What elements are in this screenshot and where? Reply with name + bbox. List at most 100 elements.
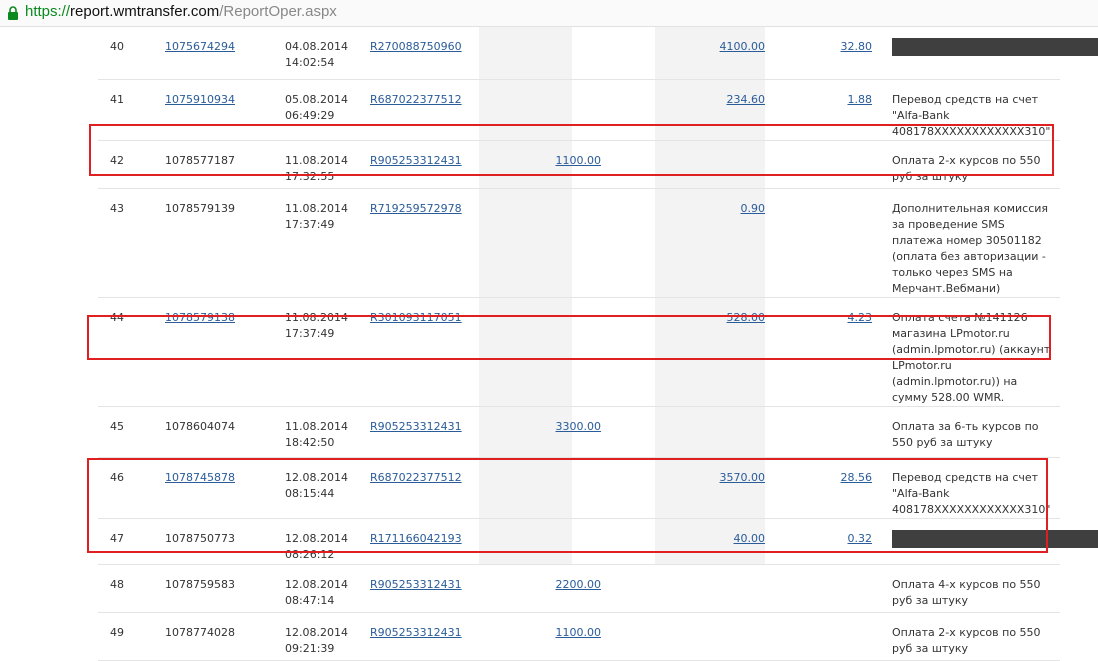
operation-time: 08:47:14 [285, 593, 335, 607]
operation-date: 04.08.2014 [285, 40, 348, 53]
fee-link[interactable]: 1.88 [848, 93, 873, 106]
date-cell: 11.08.2014 17:32:55 [285, 140, 370, 189]
outgoing-amount-cell: 3570.00 [661, 457, 773, 519]
purse-cell: R905253312431 [370, 140, 519, 189]
incoming-amount-cell [519, 188, 661, 298]
fee-cell: 32.80 [773, 27, 882, 80]
operation-id[interactable]: 1075674294 [165, 40, 235, 53]
operation-date: 11.08.2014 [285, 153, 348, 167]
purse-link[interactable]: R687022377512 [370, 471, 462, 484]
operation-date: 12.08.2014 [285, 531, 348, 545]
url-text[interactable]: https://report.wmtransfer.com/ReportOper… [25, 3, 337, 20]
row-number: 44 [110, 310, 124, 324]
outgoing-amount-link[interactable]: 3570.00 [720, 471, 766, 484]
outgoing-amount-cell [661, 140, 773, 189]
operation-id-cell: 1078579139 [165, 188, 285, 298]
operation-id: 1078750773 [165, 531, 235, 545]
purse-link[interactable]: R687022377512 [370, 93, 462, 106]
outgoing-amount-link[interactable]: 234.60 [727, 93, 766, 106]
incoming-amount-link[interactable]: 2200.00 [556, 578, 602, 591]
purse-cell: R270088750960 [370, 27, 519, 80]
fee-link[interactable]: 28.56 [841, 471, 873, 484]
incoming-amount-cell [519, 518, 661, 565]
table-row: 45 1078604074 11.08.2014 18:42:50 R905253312… [98, 406, 1060, 458]
fee-cell [773, 188, 882, 298]
row-number-cell: 44 [98, 297, 165, 407]
fee-link[interactable]: 32.80 [841, 40, 873, 53]
operation-id-cell: 1078759583 [165, 564, 285, 613]
incoming-amount-cell: 2200.00 [519, 564, 661, 613]
fee-link[interactable]: 0.32 [848, 532, 873, 545]
operation-date: 12.08.2014 [285, 577, 348, 591]
operation-id[interactable]: 1078579138 [165, 311, 235, 324]
description-cell: Перевод средств на счет "Alfa-Bank 40817… [882, 457, 1060, 519]
table-row: 42 1078577187 11.08.2014 17:32:55 R905253312… [98, 140, 1060, 189]
fee-cell [773, 140, 882, 189]
purse-link[interactable]: R905253312431 [370, 154, 462, 167]
row-number: 43 [110, 201, 124, 215]
row-number-cell: 43 [98, 188, 165, 298]
operation-time: 06:49:29 [285, 108, 335, 122]
purse-link[interactable]: R301093117051 [370, 311, 462, 324]
incoming-amount-cell [519, 297, 661, 407]
operation-description: Оплата счета №141126 магазина LPmotor.ru… [892, 310, 1051, 404]
operation-id: 1078577187 [165, 153, 235, 167]
operation-id-cell: 1078774028 [165, 612, 285, 661]
redacted-block [892, 38, 1098, 56]
date-cell: 04.08.2014 14:02:54 [285, 27, 370, 80]
url-scheme: https:// [25, 3, 71, 20]
purse-link[interactable]: R719259572978 [370, 202, 462, 215]
description-cell: Дополнительная комиссия за проведение SM… [882, 188, 1060, 298]
operation-id[interactable]: 1078745878 [165, 471, 235, 484]
fee-cell [773, 406, 882, 458]
date-cell: 12.08.2014 08:47:14 [285, 564, 370, 613]
operation-id: 1078759583 [165, 577, 235, 591]
incoming-amount-cell [519, 27, 661, 80]
outgoing-amount-cell: 528.00 [661, 297, 773, 407]
outgoing-amount-cell [661, 564, 773, 613]
operation-time: 17:32:55 [285, 169, 335, 183]
purse-link[interactable]: R905253312431 [370, 420, 462, 433]
incoming-amount-link[interactable]: 1100.00 [556, 154, 602, 167]
fee-link[interactable]: 4.23 [848, 311, 873, 324]
url-path: /ReportOper.aspx [219, 3, 337, 20]
operation-time: 09:21:39 [285, 641, 335, 655]
operation-id-cell: 1078750773 [165, 518, 285, 565]
outgoing-amount-link[interactable]: 40.00 [734, 532, 766, 545]
date-cell: 05.08.2014 06:49:29 [285, 79, 370, 141]
operation-time: 14:02:54 [285, 56, 335, 69]
incoming-amount-link[interactable]: 1100.00 [556, 626, 602, 639]
outgoing-amount-link[interactable]: 0.90 [741, 202, 766, 215]
table-row: 40 1075674294 04.08.2014 14:02:54 R270088750… [98, 27, 1098, 80]
address-bar[interactable]: https://report.wmtransfer.com/ReportOper… [0, 0, 1098, 27]
report-table-container: 40 1075674294 04.08.2014 14:02:54 R270088750… [98, 27, 1098, 661]
incoming-amount-cell [519, 457, 661, 519]
purse-link[interactable]: R905253312431 [370, 578, 462, 591]
purse-link[interactable]: R171166042193 [370, 532, 462, 545]
purse-cell: R905253312431 [370, 612, 519, 661]
row-number: 40 [110, 40, 124, 53]
outgoing-amount-link[interactable]: 528.00 [727, 311, 766, 324]
purse-link[interactable]: R905253312431 [370, 626, 462, 639]
date-cell: 11.08.2014 17:37:49 [285, 297, 370, 407]
operation-id: 1078604074 [165, 419, 235, 433]
operation-time: 17:37:49 [285, 326, 335, 340]
operation-id-cell: 1075674294 [165, 27, 285, 80]
fee-cell: 1.88 [773, 79, 882, 141]
row-number-cell: 45 [98, 406, 165, 458]
date-cell: 11.08.2014 18:42:50 [285, 406, 370, 458]
outgoing-amount-link[interactable]: 4100.00 [720, 40, 766, 53]
purse-cell: R719259572978 [370, 188, 519, 298]
purse-link[interactable]: R270088750960 [370, 40, 462, 53]
row-number-cell: 46 [98, 457, 165, 519]
row-number: 47 [110, 531, 124, 545]
description-cell: Перевод средств на счет "Alfa-Bank 40817… [882, 79, 1060, 141]
fee-cell [773, 564, 882, 613]
incoming-amount-cell [519, 79, 661, 141]
incoming-amount-link[interactable]: 3300.00 [556, 420, 602, 433]
row-number: 46 [110, 470, 124, 484]
row-number-cell: 40 [98, 27, 165, 80]
operation-id[interactable]: 1075910934 [165, 93, 235, 106]
description-cell: Оплата за 6-ть курсов по 550 руб за штук… [882, 406, 1060, 458]
row-number-cell: 49 [98, 612, 165, 661]
